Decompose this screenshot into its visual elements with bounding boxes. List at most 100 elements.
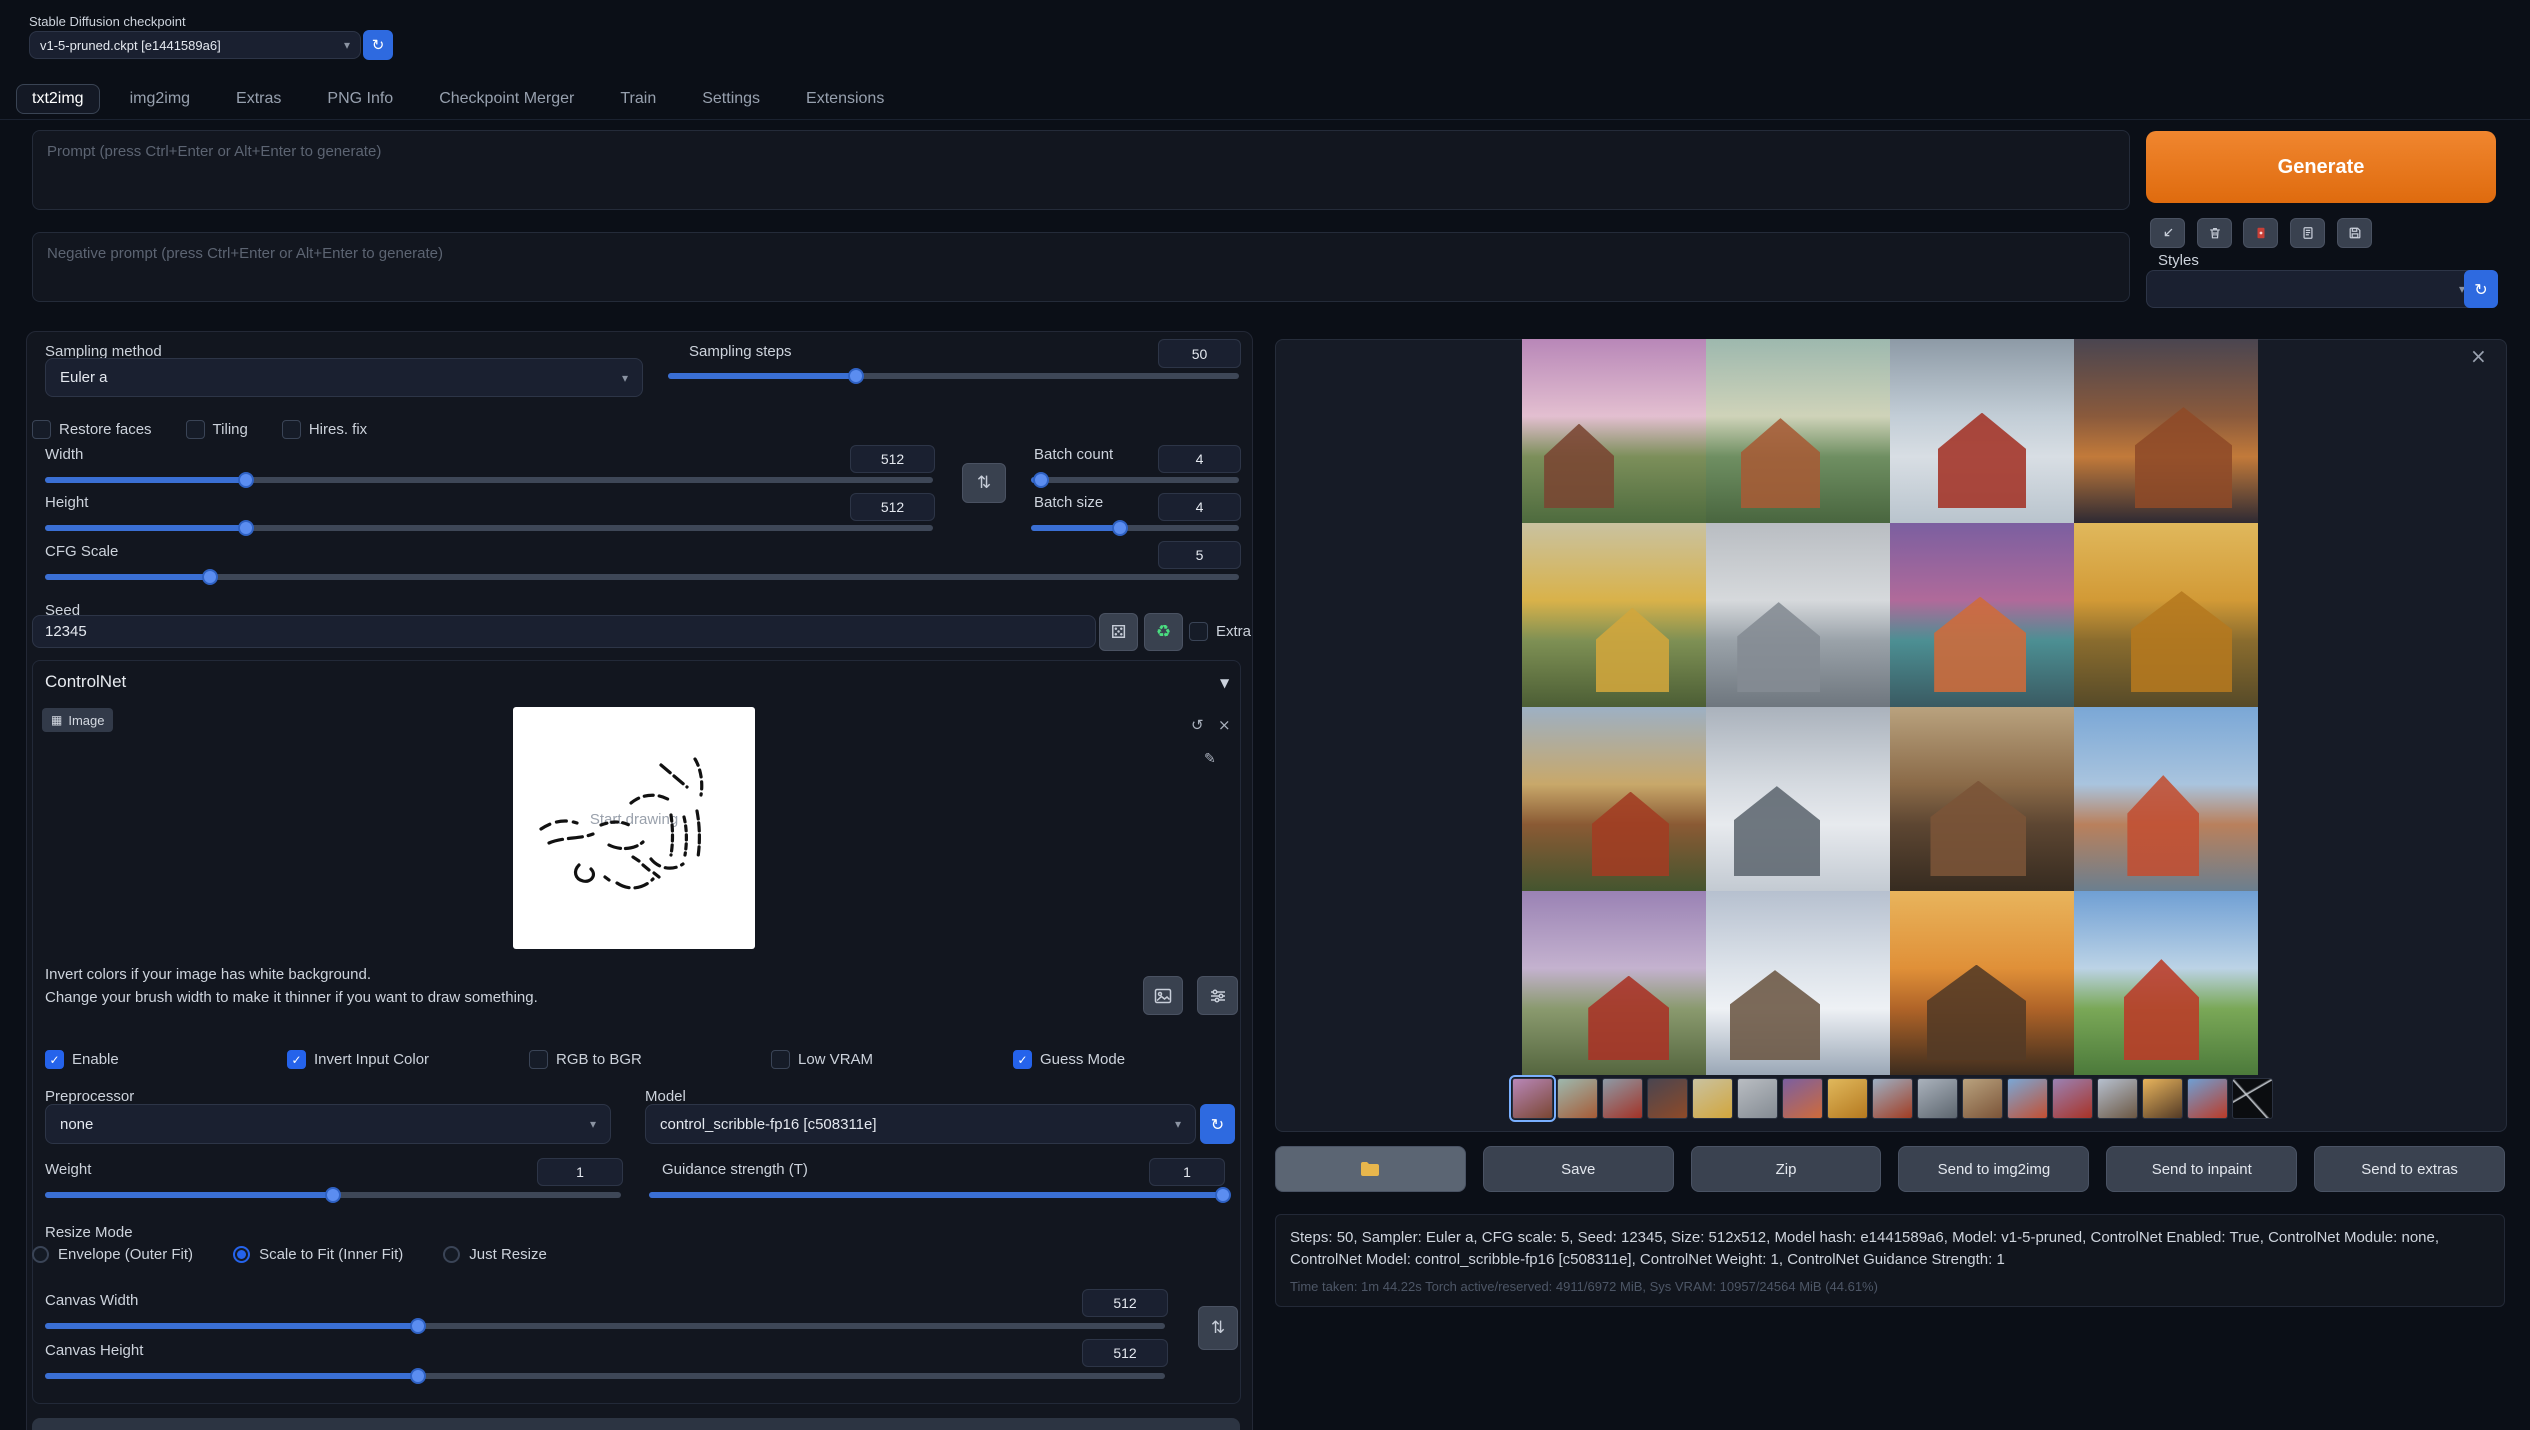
gallery-thumbnail-14[interactable] [2097,1078,2138,1119]
slider-thumb[interactable] [410,1368,426,1384]
save-style-button[interactable] [2337,218,2372,248]
tab-png-info[interactable]: PNG Info [311,84,409,114]
gallery-image-11[interactable] [1890,707,2074,891]
save-button[interactable]: Save [1483,1146,1674,1192]
guidance-strength-value[interactable]: 1 [1149,1158,1225,1186]
sampling-steps-slider[interactable] [668,368,1239,384]
checkbox-rgb-to-bgr[interactable]: RGB to BGR [529,1050,771,1069]
preprocessor-dropdown[interactable]: none ▾ [45,1104,611,1144]
radio-just-resize[interactable]: Just Resize [443,1246,547,1263]
gallery-close-button[interactable]: × [2470,344,2487,368]
checkbox-extra[interactable]: Extra [1189,622,1251,641]
upload-image-button[interactable] [1143,976,1183,1015]
gallery-thumbnail-6[interactable] [1737,1078,1778,1119]
styles-dropdown[interactable]: ▾ [2146,270,2480,308]
gallery-thumbnail-17[interactable] [2232,1078,2273,1119]
gallery-image-13[interactable] [1522,891,1706,1075]
checkbox-tiling[interactable]: Tiling [186,420,248,439]
checkbox-guess-mode[interactable]: Guess Mode [1013,1050,1255,1069]
slider-thumb[interactable] [1112,520,1128,536]
gallery-image-12[interactable] [2074,707,2258,891]
tab-checkpoint-merger[interactable]: Checkpoint Merger [423,84,590,114]
gallery-thumbnail-11[interactable] [1962,1078,2003,1119]
radio-envelope-outer-fit[interactable]: Envelope (Outer Fit) [32,1246,193,1263]
canvas-height-slider[interactable] [45,1368,1165,1384]
height-slider[interactable] [45,520,933,536]
batch-count-value[interactable]: 4 [1158,445,1241,473]
swap-dimensions-button[interactable]: ⇅ [962,463,1006,503]
height-value[interactable]: 512 [850,493,935,521]
gallery-thumbnail-10[interactable] [1917,1078,1958,1119]
extra-networks-button[interactable] [2243,218,2278,248]
generate-button[interactable]: Generate [2146,131,2496,203]
gallery-image-7[interactable] [1890,523,2074,707]
gallery-image-14[interactable] [1706,891,1890,1075]
gallery-image-5[interactable] [1522,523,1706,707]
tab-train[interactable]: Train [604,84,672,114]
clear-image-button[interactable]: × [1218,718,1231,733]
weight-value[interactable]: 1 [537,1158,623,1186]
batch-size-value[interactable]: 4 [1158,493,1241,521]
gallery-image-3[interactable] [1890,339,2074,523]
tab-extensions[interactable]: Extensions [790,84,900,114]
slider-thumb[interactable] [1215,1187,1231,1203]
canvas-width-value[interactable]: 512 [1082,1289,1168,1317]
slider-thumb[interactable] [410,1318,426,1334]
checkbox-restore-faces[interactable]: Restore faces [32,420,152,439]
canvas-width-slider[interactable] [45,1318,1165,1334]
cfg-scale-value[interactable]: 5 [1158,541,1241,569]
gallery-thumbnail-5[interactable] [1692,1078,1733,1119]
send-to-extras-button[interactable]: Send to extras [2314,1146,2505,1192]
gallery-image-1[interactable] [1522,339,1706,523]
slider-thumb[interactable] [238,520,254,536]
gallery-thumbnail-4[interactable] [1647,1078,1688,1119]
gallery-thumbnail-7[interactable] [1782,1078,1823,1119]
script-section-collapsed[interactable] [32,1418,1240,1430]
checkbox-hires-fix[interactable]: Hires. fix [282,420,367,439]
width-value[interactable]: 512 [850,445,935,473]
gallery-thumbnail-13[interactable] [2052,1078,2093,1119]
undo-drawing-button[interactable]: ↺ [1191,718,1204,733]
refresh-models-button[interactable]: ↻ [1200,1104,1235,1144]
gallery-image-10[interactable] [1706,707,1890,891]
gallery-thumbnail-3[interactable] [1602,1078,1643,1119]
slider-thumb[interactable] [848,368,864,384]
clear-prompts-button[interactable] [2197,218,2232,248]
gallery-thumbnail-15[interactable] [2142,1078,2183,1119]
guidance-strength-slider[interactable] [649,1187,1223,1203]
gallery-thumbnail-1[interactable] [1512,1078,1553,1119]
checkbox-low-vram[interactable]: Low VRAM [771,1050,1013,1069]
refresh-checkpoint-button[interactable]: ↻ [363,30,393,60]
slider-thumb[interactable] [1033,472,1049,488]
gallery-image-8[interactable] [2074,523,2258,707]
width-slider[interactable] [45,472,933,488]
gallery-image-2[interactable] [1706,339,1890,523]
checkbox-invert-input-color[interactable]: Invert Input Color [287,1050,529,1069]
gallery-image-6[interactable] [1706,523,1890,707]
gallery-thumbnail-16[interactable] [2187,1078,2228,1119]
batch-size-slider[interactable] [1031,520,1239,536]
gallery-thumbnail-8[interactable] [1827,1078,1868,1119]
weight-slider[interactable] [45,1187,621,1203]
tab-txt2img[interactable]: txt2img [16,84,100,114]
controlnet-drawing-canvas[interactable]: Start drawing [513,707,755,949]
adjust-brush-button[interactable] [1197,976,1238,1015]
controlnet-image-tab[interactable]: ▦ Image [42,708,113,732]
slider-thumb[interactable] [202,569,218,585]
radio-scale-to-fit-inner-fit[interactable]: Scale to Fit (Inner Fit) [233,1246,403,1263]
refresh-styles-button[interactable]: ↻ [2464,270,2498,308]
canvas-height-value[interactable]: 512 [1082,1339,1168,1367]
apply-style-button[interactable] [2290,218,2325,248]
batch-count-slider[interactable] [1031,472,1239,488]
sampling-method-dropdown[interactable]: Euler a ▾ [45,358,643,397]
paste-params-button[interactable] [2150,218,2185,248]
gallery-thumbnail-12[interactable] [2007,1078,2048,1119]
prompt-input[interactable] [32,130,2130,210]
slider-thumb[interactable] [238,472,254,488]
gallery-image-9[interactable] [1522,707,1706,891]
gallery-image-16[interactable] [2074,891,2258,1075]
send-to-img2img-button[interactable]: Send to img2img [1898,1146,2089,1192]
seed-input[interactable] [32,615,1096,648]
gallery-image-4[interactable] [2074,339,2258,523]
reuse-seed-button[interactable]: ♻ [1144,613,1183,651]
